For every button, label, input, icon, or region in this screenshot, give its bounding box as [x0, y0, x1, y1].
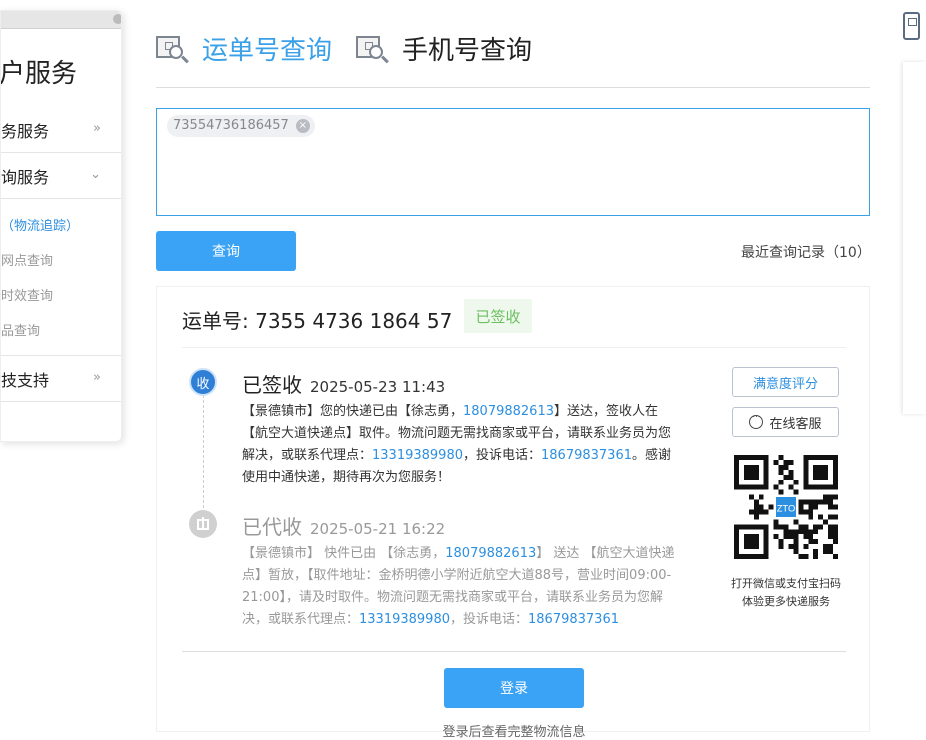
event-title: 已签收 2025-05-23 11:43: [242, 369, 445, 398]
phone-link[interactable]: 18079882613: [463, 404, 554, 419]
sidebar-item-query-service[interactable]: 询服务 ⌄: [1, 153, 121, 199]
chevron-down-icon: ⌄: [90, 167, 101, 182]
phone-link[interactable]: 18679837361: [541, 448, 632, 463]
sidebar-subitem-product[interactable]: 品查询: [1, 312, 121, 347]
qr-logo: ZTO: [777, 502, 796, 513]
sidebar-submenu: （物流追踪） 网点查询 时效查询 品查询: [1, 199, 121, 356]
sidebar-panel: 户服务 务服务 » 询服务 ⌄ （物流追踪） 网点查询 时效查询 品查询 技支持…: [0, 10, 122, 442]
event-text: ，投诉电话：: [463, 448, 542, 463]
mobile-phone-icon[interactable]: [903, 12, 920, 40]
parcel-search-icon: [356, 32, 389, 66]
chevron-right-icon: »: [93, 121, 101, 136]
online-service-label: 在线客服: [769, 416, 822, 432]
remove-tag-icon[interactable]: ×: [295, 119, 310, 133]
recent-queries-link[interactable]: 最近查询记录（10）: [741, 242, 871, 262]
qr-caption: 打开微信或支付宝扫码 体验更多快递服务: [712, 575, 860, 611]
waybill-tag: 73554736186457 ×: [167, 115, 315, 137]
timeline-dot-received: 收: [189, 368, 217, 396]
sidebar-scroll-handle[interactable]: [1, 11, 121, 29]
event-time: 2025-05-23 11:43: [310, 378, 446, 396]
sidebar-item-label: 务服务: [1, 121, 50, 141]
event-body: 【景德镇市】 快件已由 【徐志勇，18079882613】 送达 【航空大道快递…: [242, 543, 682, 631]
phone-link[interactable]: 18079882613: [445, 546, 536, 561]
timeline-line: [203, 395, 204, 513]
divider: [182, 347, 846, 348]
rate-button[interactable]: 满意度评分: [732, 367, 839, 397]
sidebar-subitem-outlet[interactable]: 网点查询: [1, 242, 121, 277]
sidebar-item-support[interactable]: 技支持 »: [1, 356, 121, 402]
tab-waybill-query[interactable]: 运单号查询: [156, 30, 332, 67]
query-button[interactable]: 查询: [156, 231, 296, 271]
phone-link[interactable]: 18679837361: [528, 612, 619, 627]
event-title: 已代收 2025-05-21 16:22: [242, 511, 445, 540]
query-tabs: 运单号查询 手机号查询: [156, 30, 870, 88]
waybill-number: 运单号: 7355 4736 1864 57: [182, 309, 453, 333]
waybill-tag-text: 73554736186457: [173, 118, 289, 133]
chevron-right-icon: »: [93, 370, 101, 385]
sidebar-subitem-timing[interactable]: 时效查询: [1, 277, 121, 312]
result-card-body: 运单号: 7355 4736 1864 57 已签收 收 已签收 2025-05-…: [156, 286, 870, 740]
status-badge: 已签收: [464, 299, 532, 333]
sidebar-subitem-tracking[interactable]: （物流追踪）: [1, 207, 121, 242]
event-text: 【景德镇市】您的快递已由【徐志勇，: [242, 404, 464, 419]
event-status: 已签收: [242, 373, 302, 397]
online-service-button[interactable]: 在线客服: [732, 407, 839, 437]
event-status: 已代收: [242, 515, 302, 539]
waybill-input[interactable]: 73554736186457 ×: [156, 108, 870, 216]
qr-caption-line: 体验更多快递服务: [742, 595, 830, 608]
login-button[interactable]: 登录: [444, 668, 584, 708]
login-hint: 登录后查看完整物流信息: [442, 725, 586, 740]
chat-icon: [749, 410, 764, 429]
right-float-panel: [903, 62, 926, 414]
qr-code: ZTO: [734, 455, 838, 559]
sidebar-title: 户服务: [0, 59, 78, 89]
sidebar-menu: 务服务 » 询服务 ⌄ （物流追踪） 网点查询 时效查询 品查询 技支持 »: [1, 107, 121, 402]
divider: [182, 651, 846, 652]
event-body: 【景德镇市】您的快递已由【徐志勇，18079882613】送达，签收人在【航空大…: [242, 401, 682, 489]
tab-label: 运单号查询: [202, 36, 333, 66]
sidebar-item-service[interactable]: 务服务 »: [1, 107, 121, 153]
event-text: 【景德镇市】 快件已由 【徐志勇，: [242, 546, 446, 561]
event-text: ，投诉电话：: [450, 612, 529, 627]
phone-link[interactable]: 13319389980: [372, 448, 463, 463]
result-card: 运单号: 7355 4736 1864 57 已签收 收 已签收 2025-05-…: [156, 286, 870, 740]
tab-phone-query[interactable]: 手机号查询: [356, 30, 532, 67]
qr-caption-line: 打开微信或支付宝扫码: [731, 577, 841, 590]
tab-label: 手机号查询: [402, 36, 533, 66]
gift-icon: [189, 510, 217, 538]
sidebar-item-label: 技支持: [1, 370, 50, 390]
sidebar-item-label: 询服务: [1, 167, 50, 187]
parcel-search-icon: [156, 32, 189, 66]
event-time: 2025-05-21 16:22: [310, 520, 446, 538]
phone-link[interactable]: 13319389980: [359, 612, 450, 627]
